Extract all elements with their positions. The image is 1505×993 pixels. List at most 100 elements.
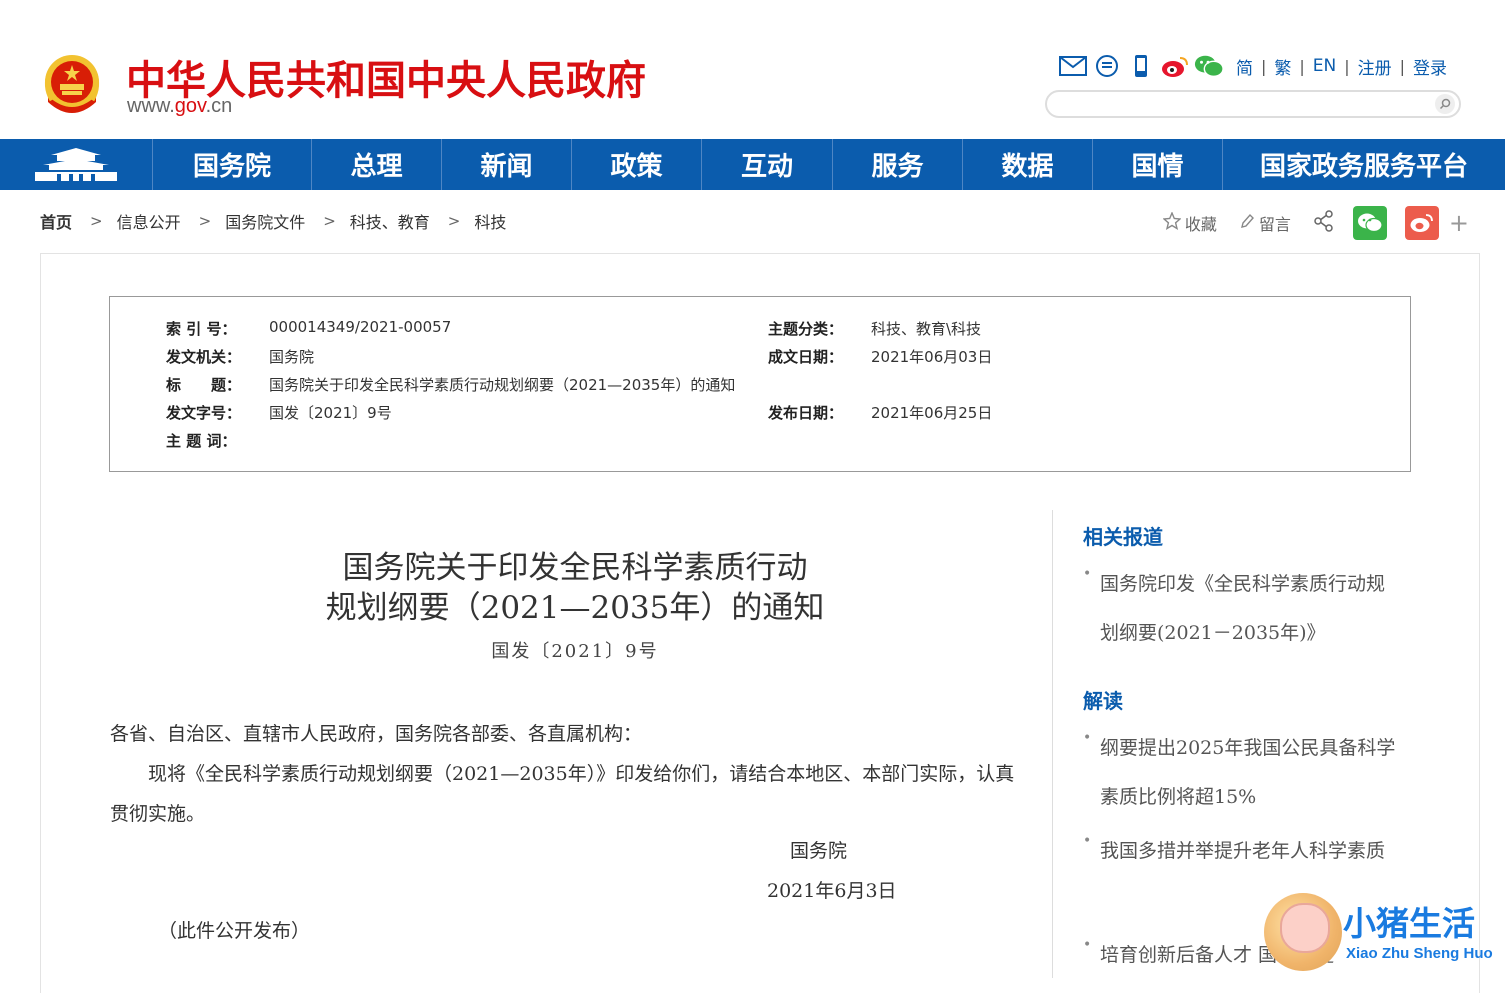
- article-date: 2021年6月3日: [767, 880, 897, 902]
- watermark-logo: 小猪生活 Xiao Zhu Sheng Huo: [1264, 893, 1505, 978]
- breadcrumb-science[interactable]: 科技: [474, 209, 506, 233]
- pencil-icon: [1239, 212, 1255, 234]
- article-title-line2: 规划纲要（2021—2035年）的通知: [325, 590, 825, 626]
- share-weibo-button[interactable]: [1404, 206, 1439, 240]
- pig-face-icon: [1280, 903, 1330, 953]
- comment-button[interactable]: 留言: [1239, 211, 1291, 235]
- lang-traditional-link[interactable]: 繁: [1266, 54, 1299, 79]
- breadcrumb-home[interactable]: 首页: [40, 209, 72, 233]
- meta-category-value: 科技、教育\科技: [871, 320, 982, 338]
- share-wechat-button[interactable]: [1352, 206, 1387, 240]
- article-publish-note: （此件公开发布）: [158, 920, 311, 942]
- site-url[interactable]: www.gov.cn: [127, 95, 232, 118]
- meta-category-label: 主题分类：: [768, 320, 844, 338]
- nav-home-logo[interactable]: [0, 139, 153, 190]
- meta-title-label: 标 题：: [166, 376, 242, 394]
- interpretation-item[interactable]: • 我国多措并举提升老年人科学素质: [1083, 827, 1403, 876]
- article-body: 各省、自治区、直辖市人民政府，国务院各部委、各直属机构： 现将《全民科学素质行动…: [110, 714, 1028, 834]
- nav-item-data[interactable]: 数据: [963, 139, 1093, 190]
- site-header: 中华人民共和国中央人民政府 www.gov.cn 简 | 繁 | EN | 注册…: [0, 0, 1505, 139]
- watermark-text-cn: 小猪生活: [1342, 903, 1476, 944]
- article-doc-number: 国发〔2021〕9号: [491, 641, 659, 662]
- meta-published-date-value: 2021年06月25日: [871, 404, 993, 422]
- top-toolbar: 简 | 繁 | EN | 注册 | 登录: [1058, 52, 1447, 80]
- favorite-label: 收藏: [1184, 215, 1217, 234]
- mail-icon[interactable]: [1058, 52, 1088, 80]
- weibo-icon: [1410, 214, 1433, 232]
- article-title-line1: 国务院关于印发全民科学素质行动: [342, 550, 808, 586]
- related-report-item[interactable]: • 国务院印发《全民科学素质行动规划纲要(2021－2035年)》: [1083, 560, 1403, 658]
- interpretation-item[interactable]: • 纲要提出2025年我国公民具备科学素质比例将超15%: [1083, 724, 1403, 822]
- login-link[interactable]: 登录: [1405, 54, 1447, 79]
- search-icon: [1439, 98, 1451, 110]
- breadcrumb: 首页 > 信息公开 > 国务院文件 > 科技、教育 > 科技: [40, 208, 506, 234]
- nav-item-interaction[interactable]: 互动: [702, 139, 833, 190]
- search-input[interactable]: [1061, 95, 1425, 115]
- share-bar: 收藏 留言 +: [1162, 206, 1469, 240]
- sidebar-divider: [1052, 510, 1053, 978]
- chevron-right-icon: >: [447, 212, 461, 230]
- chevron-right-icon: >: [90, 212, 103, 230]
- weibo-icon[interactable]: [1160, 52, 1190, 80]
- article-title: 国务院关于印发全民科学素质行动 规划纲要（2021—2035年）的通知: [110, 548, 1040, 628]
- breadcrumb-state-council-docs[interactable]: 国务院文件: [225, 209, 305, 233]
- site-url-gov: gov: [174, 95, 206, 117]
- meta-index-value: 000014349/2021-00057: [269, 318, 452, 336]
- bullet-icon: •: [1083, 566, 1092, 582]
- nav-item-news[interactable]: 新闻: [442, 139, 572, 190]
- lang-simplified-link[interactable]: 简: [1228, 54, 1261, 79]
- meta-issuer-label: 发文机关：: [166, 348, 242, 366]
- watermark-text-en: Xiao Zhu Sheng Huo: [1346, 945, 1493, 962]
- chevron-right-icon: >: [198, 212, 212, 230]
- meta-issuer-value: 国务院: [269, 348, 315, 366]
- bullet-icon: •: [1083, 730, 1092, 746]
- favorite-button[interactable]: 收藏: [1162, 211, 1217, 235]
- main-nav: 国务院 总理 新闻 政策 互动 服务 数据 国情 国家政务服务平台: [0, 139, 1505, 190]
- wechat-icon: [1357, 213, 1383, 233]
- article-salutation: 各省、自治区、直辖市人民政府，国务院各部委、各直属机构：: [110, 723, 643, 745]
- bullet-icon: •: [1083, 937, 1092, 953]
- search-box: [1045, 90, 1461, 118]
- national-emblem-icon[interactable]: [40, 52, 104, 118]
- meta-written-date-value: 2021年06月03日: [871, 348, 993, 366]
- message-icon[interactable]: [1092, 52, 1122, 80]
- article-signature: 国务院: [790, 840, 848, 862]
- lang-english-link[interactable]: EN: [1305, 56, 1344, 76]
- register-link[interactable]: 注册: [1350, 54, 1400, 79]
- meta-index-label: 索 引 号：: [166, 320, 237, 338]
- nav-item-policy[interactable]: 政策: [572, 139, 702, 190]
- meta-docno-value: 国发〔2021〕9号: [269, 404, 392, 422]
- document-meta-box: 索 引 号： 000014349/2021-00057 主题分类： 科技、教育\…: [109, 296, 1411, 472]
- bullet-icon: •: [1083, 833, 1092, 849]
- site-url-prefix: www.: [127, 95, 175, 117]
- nav-item-gov-service-platform[interactable]: 国家政务服务平台: [1223, 139, 1505, 190]
- nav-item-services[interactable]: 服务: [833, 139, 963, 190]
- nav-item-state-council[interactable]: 国务院: [153, 139, 312, 190]
- interpretation-heading[interactable]: 解读: [1083, 685, 1123, 714]
- wechat-icon[interactable]: [1194, 52, 1224, 80]
- mobile-icon[interactable]: [1126, 52, 1156, 80]
- breadcrumb-sci-edu[interactable]: 科技、教育: [350, 209, 430, 233]
- tiananmen-icon: [35, 147, 117, 181]
- share-icon[interactable]: [1313, 210, 1335, 236]
- interpretation-link[interactable]: 纲要提出2025年我国公民具备科学素质比例将超15%: [1100, 737, 1395, 808]
- meta-title-value: 国务院关于印发全民科学素质行动规划纲要（2021—2035年）的通知: [269, 376, 736, 394]
- star-icon: [1162, 211, 1182, 234]
- meta-written-date-label: 成文日期：: [768, 348, 844, 366]
- pig-mascot-icon: [1264, 893, 1342, 971]
- related-report-link[interactable]: 国务院印发《全民科学素质行动规划纲要(2021－2035年)》: [1100, 573, 1385, 644]
- nav-item-national-info[interactable]: 国情: [1093, 139, 1223, 190]
- meta-docno-label: 发文字号：: [166, 404, 242, 422]
- meta-keywords-label: 主 题 词：: [166, 432, 237, 450]
- article-paragraph: 现将《全民科学素质行动规划纲要（2021—2035年）》印发给你们，请结合本地区…: [110, 763, 1015, 825]
- breadcrumb-info-disclosure[interactable]: 信息公开: [117, 209, 181, 233]
- nav-item-premier[interactable]: 总理: [312, 139, 442, 190]
- search-button[interactable]: [1435, 94, 1455, 114]
- interpretation-link[interactable]: 我国多措并举提升老年人科学素质: [1100, 840, 1385, 862]
- meta-published-date-label: 发布日期：: [768, 404, 844, 422]
- chevron-right-icon: >: [323, 212, 336, 230]
- site-url-suffix: .cn: [205, 95, 233, 117]
- more-share-icon[interactable]: +: [1449, 211, 1469, 235]
- related-reports-heading[interactable]: 相关报道: [1083, 521, 1163, 550]
- comment-label: 留言: [1258, 215, 1291, 234]
